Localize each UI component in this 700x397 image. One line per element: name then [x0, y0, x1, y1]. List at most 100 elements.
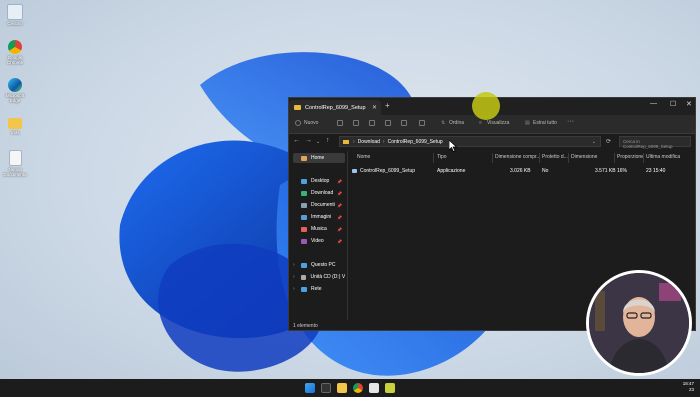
share-icon[interactable]: [401, 120, 407, 126]
address-bar[interactable]: › Download › ControlRep_6099_Setup ⌄: [339, 136, 601, 147]
close-tab-icon[interactable]: ✕: [372, 104, 377, 111]
more-button[interactable]: ···: [567, 118, 574, 125]
view-button[interactable]: Visualizza: [487, 120, 509, 126]
clock[interactable]: 18:47 23: [683, 381, 694, 393]
column-header-type[interactable]: Tipo: [437, 154, 447, 160]
column-header-modified[interactable]: Ultima modifica: [646, 154, 680, 160]
edge-icon: [8, 78, 22, 92]
file-explorer-icon[interactable]: [337, 383, 347, 393]
nav-item-music[interactable]: Musica 📌: [293, 224, 345, 234]
nav-item-video[interactable]: Video 📌: [293, 236, 345, 246]
nav-item-home[interactable]: Home: [293, 153, 345, 163]
store-icon[interactable]: [369, 383, 379, 393]
column-separator[interactable]: [492, 153, 493, 163]
nav-item-label: Desktop: [311, 178, 330, 184]
nav-item-this-pc[interactable]: › Questo PC: [293, 260, 345, 270]
column-separator[interactable]: [539, 153, 540, 163]
forward-icon[interactable]: →: [305, 137, 312, 144]
nav-item-documents[interactable]: Documenti 📌: [293, 200, 345, 210]
rename-icon[interactable]: [385, 120, 391, 126]
tab-active[interactable]: ControlRep_6099_Setup ✕: [289, 100, 381, 115]
up-icon[interactable]: ↑: [326, 137, 330, 144]
sort-button[interactable]: Ordina: [449, 120, 464, 126]
presenter-avatar: [589, 273, 689, 373]
new-icon: [295, 120, 301, 126]
document-icon: [8, 150, 22, 166]
pin-icon: 📌: [337, 214, 342, 220]
app-icon[interactable]: [385, 383, 395, 393]
search-icon[interactable]: [321, 383, 331, 393]
status-text: 1 elemento: [293, 323, 318, 329]
breadcrumb-separator: ›: [353, 138, 355, 145]
nav-item-download[interactable]: Download 📌: [293, 188, 345, 198]
download-icon: [301, 190, 307, 196]
paste-icon[interactable]: [369, 120, 375, 126]
column-header-ratio[interactable]: Proporzione: [617, 154, 644, 160]
column-header-size[interactable]: Dimensione: [571, 154, 597, 160]
column-separator[interactable]: [614, 153, 615, 163]
start-icon[interactable]: [305, 383, 315, 393]
column-header-protected[interactable]: Protetto d...: [542, 154, 568, 160]
copy-icon[interactable]: [353, 120, 359, 126]
desktop-icon-vids[interactable]: Vids: [3, 116, 27, 135]
delete-icon[interactable]: [419, 120, 425, 126]
row-size: 3.571 KB: [595, 168, 616, 174]
desktop-icon-edge[interactable]: Microsoft Edge: [3, 78, 27, 103]
navigation-pane: Home Desktop 📌 Download 📌 Documenti 📌 Im…: [289, 151, 348, 320]
chevron-right-icon: ›: [293, 286, 295, 292]
desktop-icon-label: Nuovo Documento: [3, 167, 27, 177]
column-header-name[interactable]: Nome: [357, 154, 370, 160]
pc-icon: [301, 262, 307, 268]
desktop-icon-label: Cestino: [7, 21, 23, 26]
maximize-icon[interactable]: ☐: [670, 100, 676, 108]
nav-item-label: Rete: [311, 286, 322, 292]
application-icon: [352, 169, 357, 173]
home-icon: [301, 155, 307, 161]
breadcrumb-download[interactable]: Download: [358, 139, 380, 145]
nav-item-pictures[interactable]: Immagini 📌: [293, 212, 345, 222]
desktop-icon-label: Google Chrome: [6, 55, 23, 65]
desktop-icon-chrome[interactable]: Google Chrome: [3, 40, 27, 65]
column-separator[interactable]: [643, 153, 644, 163]
nav-item-label: Musica: [311, 226, 327, 232]
column-separator[interactable]: [433, 153, 434, 163]
row-protected: No: [542, 168, 549, 174]
sort-icon: ⇅: [441, 120, 446, 126]
column-header-compressed[interactable]: Dimensione compr...: [495, 154, 541, 160]
new-tab-icon[interactable]: +: [385, 101, 390, 110]
recycle-bin-icon: [7, 4, 23, 20]
nav-item-network[interactable]: › Rete: [293, 284, 345, 294]
desktop-icon-recycle-bin[interactable]: Cestino: [3, 4, 27, 26]
nav-item-label: Unità CD (D:) Virtual: [310, 274, 345, 280]
new-button[interactable]: Nuovo: [304, 120, 318, 126]
folder-icon: [294, 105, 301, 110]
column-separator[interactable]: [568, 153, 569, 163]
extract-all-button[interactable]: Estrai tutto: [533, 120, 557, 126]
nav-item-label: Documenti: [311, 202, 335, 208]
minimize-icon[interactable]: —: [650, 100, 657, 107]
chrome-icon[interactable]: [353, 383, 363, 393]
nav-item-label: Video: [311, 238, 324, 244]
desktop-icon-document[interactable]: Nuovo Documento: [3, 150, 27, 177]
music-icon: [301, 226, 307, 232]
pin-icon: 📌: [337, 178, 342, 184]
nav-item-drive[interactable]: › Unità CD (D:) Virtual: [293, 272, 345, 282]
cut-icon[interactable]: [337, 120, 343, 126]
close-window-icon[interactable]: ✕: [686, 100, 692, 108]
chevron-down-icon[interactable]: ⌄: [592, 139, 596, 145]
breadcrumb-current[interactable]: ControlRep_6099_Setup: [388, 139, 443, 145]
row-ratio: 16%: [617, 168, 628, 174]
desktop-icon-label: Microsoft Edge: [5, 93, 25, 103]
chevron-right-icon: ›: [293, 274, 295, 280]
nav-item-label: Questo PC: [311, 262, 336, 268]
folder-icon: [8, 118, 22, 129]
pictures-icon: [301, 214, 307, 220]
extract-icon: ▤: [525, 120, 530, 126]
back-icon[interactable]: ←: [293, 137, 300, 144]
nav-item-desktop[interactable]: Desktop 📌: [293, 176, 345, 186]
recent-icon[interactable]: ⌄: [316, 139, 320, 145]
chevron-right-icon: ›: [293, 262, 295, 268]
refresh-icon[interactable]: ⟳: [606, 138, 611, 145]
search-input[interactable]: Cerca in ControlRep_6099_Setup: [619, 136, 691, 149]
documents-icon: [301, 202, 307, 208]
